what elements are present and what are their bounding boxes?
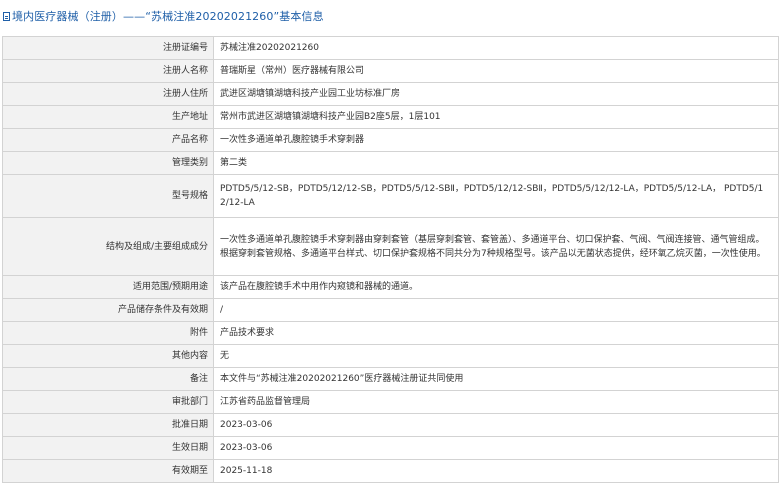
row-remarks: 备注 本文件与“苏械注准20202021260”医疗器械注册证共同使用 bbox=[2, 367, 779, 391]
row-registrant-name: 注册人名称 普瑞斯星（常州）医疗器械有限公司 bbox=[2, 59, 779, 83]
field-value: 产品技术要求 bbox=[213, 321, 779, 345]
row-approval-department: 审批部门 江苏省药品监督管理局 bbox=[2, 390, 779, 414]
field-label: 型号规格 bbox=[2, 174, 214, 218]
row-intended-use: 适用范围/预期用途 该产品在腹腔镜手术中用作内窥镜和器械的通道。 bbox=[2, 275, 779, 299]
field-label: 产品名称 bbox=[2, 128, 214, 152]
page-header: 境内医疗器械（注册）——“苏械注准20202021260”基本信息 bbox=[0, 0, 781, 32]
field-value: 一次性多通道单孔腹腔镜手术穿刺器 bbox=[213, 128, 779, 152]
row-production-address: 生产地址 常州市武进区湖塘镇湖塘科技产业园B2座5层，1层101 bbox=[2, 105, 779, 129]
field-label: 管理类别 bbox=[2, 151, 214, 175]
field-value: 常州市武进区湖塘镇湖塘科技产业园B2座5层，1层101 bbox=[213, 105, 779, 129]
field-value: / bbox=[213, 298, 779, 322]
field-value: 该产品在腹腔镜手术中用作内窥镜和器械的通道。 bbox=[213, 275, 779, 299]
field-label: 注册人名称 bbox=[2, 59, 214, 83]
field-value: 2023-03-06 bbox=[213, 436, 779, 460]
registration-detail-table: 注册证编号 苏械注准20202021260 注册人名称 普瑞斯星（常州）医疗器械… bbox=[2, 36, 779, 483]
field-label: 注册人住所 bbox=[2, 82, 214, 106]
document-icon bbox=[3, 11, 10, 21]
field-value: 武进区湖塘镇湖塘科技产业园工业坊标准厂房 bbox=[213, 82, 779, 106]
row-effective-date: 生效日期 2023-03-06 bbox=[2, 436, 779, 460]
row-other-content: 其他内容 无 bbox=[2, 344, 779, 368]
row-model-spec: 型号规格 PDTD5/5/12-SB，PDTD5/12/12-SB，PDTD5/… bbox=[2, 174, 779, 218]
field-label: 生效日期 bbox=[2, 436, 214, 460]
field-label: 注册证编号 bbox=[2, 36, 214, 60]
field-value: PDTD5/5/12-SB，PDTD5/12/12-SB，PDTD5/5/12-… bbox=[213, 174, 779, 218]
field-label: 批准日期 bbox=[2, 413, 214, 437]
field-value: 一次性多通道单孔腹腔镜手术穿刺器由穿刺套管（基层穿刺套管、套管盖）、多通道平台、… bbox=[213, 217, 779, 276]
field-label: 结构及组成/主要组成成分 bbox=[2, 217, 214, 276]
row-management-class: 管理类别 第二类 bbox=[2, 151, 779, 175]
row-registration-number: 注册证编号 苏械注准20202021260 bbox=[2, 36, 779, 60]
row-approval-date: 批准日期 2023-03-06 bbox=[2, 413, 779, 437]
field-value: 2023-03-06 bbox=[213, 413, 779, 437]
row-registrant-address: 注册人住所 武进区湖塘镇湖塘科技产业园工业坊标准厂房 bbox=[2, 82, 779, 106]
row-product-name: 产品名称 一次性多通道单孔腹腔镜手术穿刺器 bbox=[2, 128, 779, 152]
field-label: 适用范围/预期用途 bbox=[2, 275, 214, 299]
field-label: 有效期至 bbox=[2, 459, 214, 483]
field-label: 产品储存条件及有效期 bbox=[2, 298, 214, 322]
field-label: 其他内容 bbox=[2, 344, 214, 368]
field-label: 生产地址 bbox=[2, 105, 214, 129]
field-value: 苏械注准20202021260 bbox=[213, 36, 779, 60]
row-structure-composition: 结构及组成/主要组成成分 一次性多通道单孔腹腔镜手术穿刺器由穿刺套管（基层穿刺套… bbox=[2, 217, 779, 276]
row-expiry-date: 有效期至 2025-11-18 bbox=[2, 459, 779, 483]
field-value: 无 bbox=[213, 344, 779, 368]
field-label: 审批部门 bbox=[2, 390, 214, 414]
field-label: 备注 bbox=[2, 367, 214, 391]
field-value: 第二类 bbox=[213, 151, 779, 175]
page-title: 境内医疗器械（注册）——“苏械注准20202021260”基本信息 bbox=[12, 10, 324, 23]
field-value: 普瑞斯星（常州）医疗器械有限公司 bbox=[213, 59, 779, 83]
row-attachment: 附件 产品技术要求 bbox=[2, 321, 779, 345]
field-value: 2025-11-18 bbox=[213, 459, 779, 483]
field-label: 附件 bbox=[2, 321, 214, 345]
row-storage-validity: 产品储存条件及有效期 / bbox=[2, 298, 779, 322]
field-value: 江苏省药品监督管理局 bbox=[213, 390, 779, 414]
field-value: 本文件与“苏械注准20202021260”医疗器械注册证共同使用 bbox=[213, 367, 779, 391]
